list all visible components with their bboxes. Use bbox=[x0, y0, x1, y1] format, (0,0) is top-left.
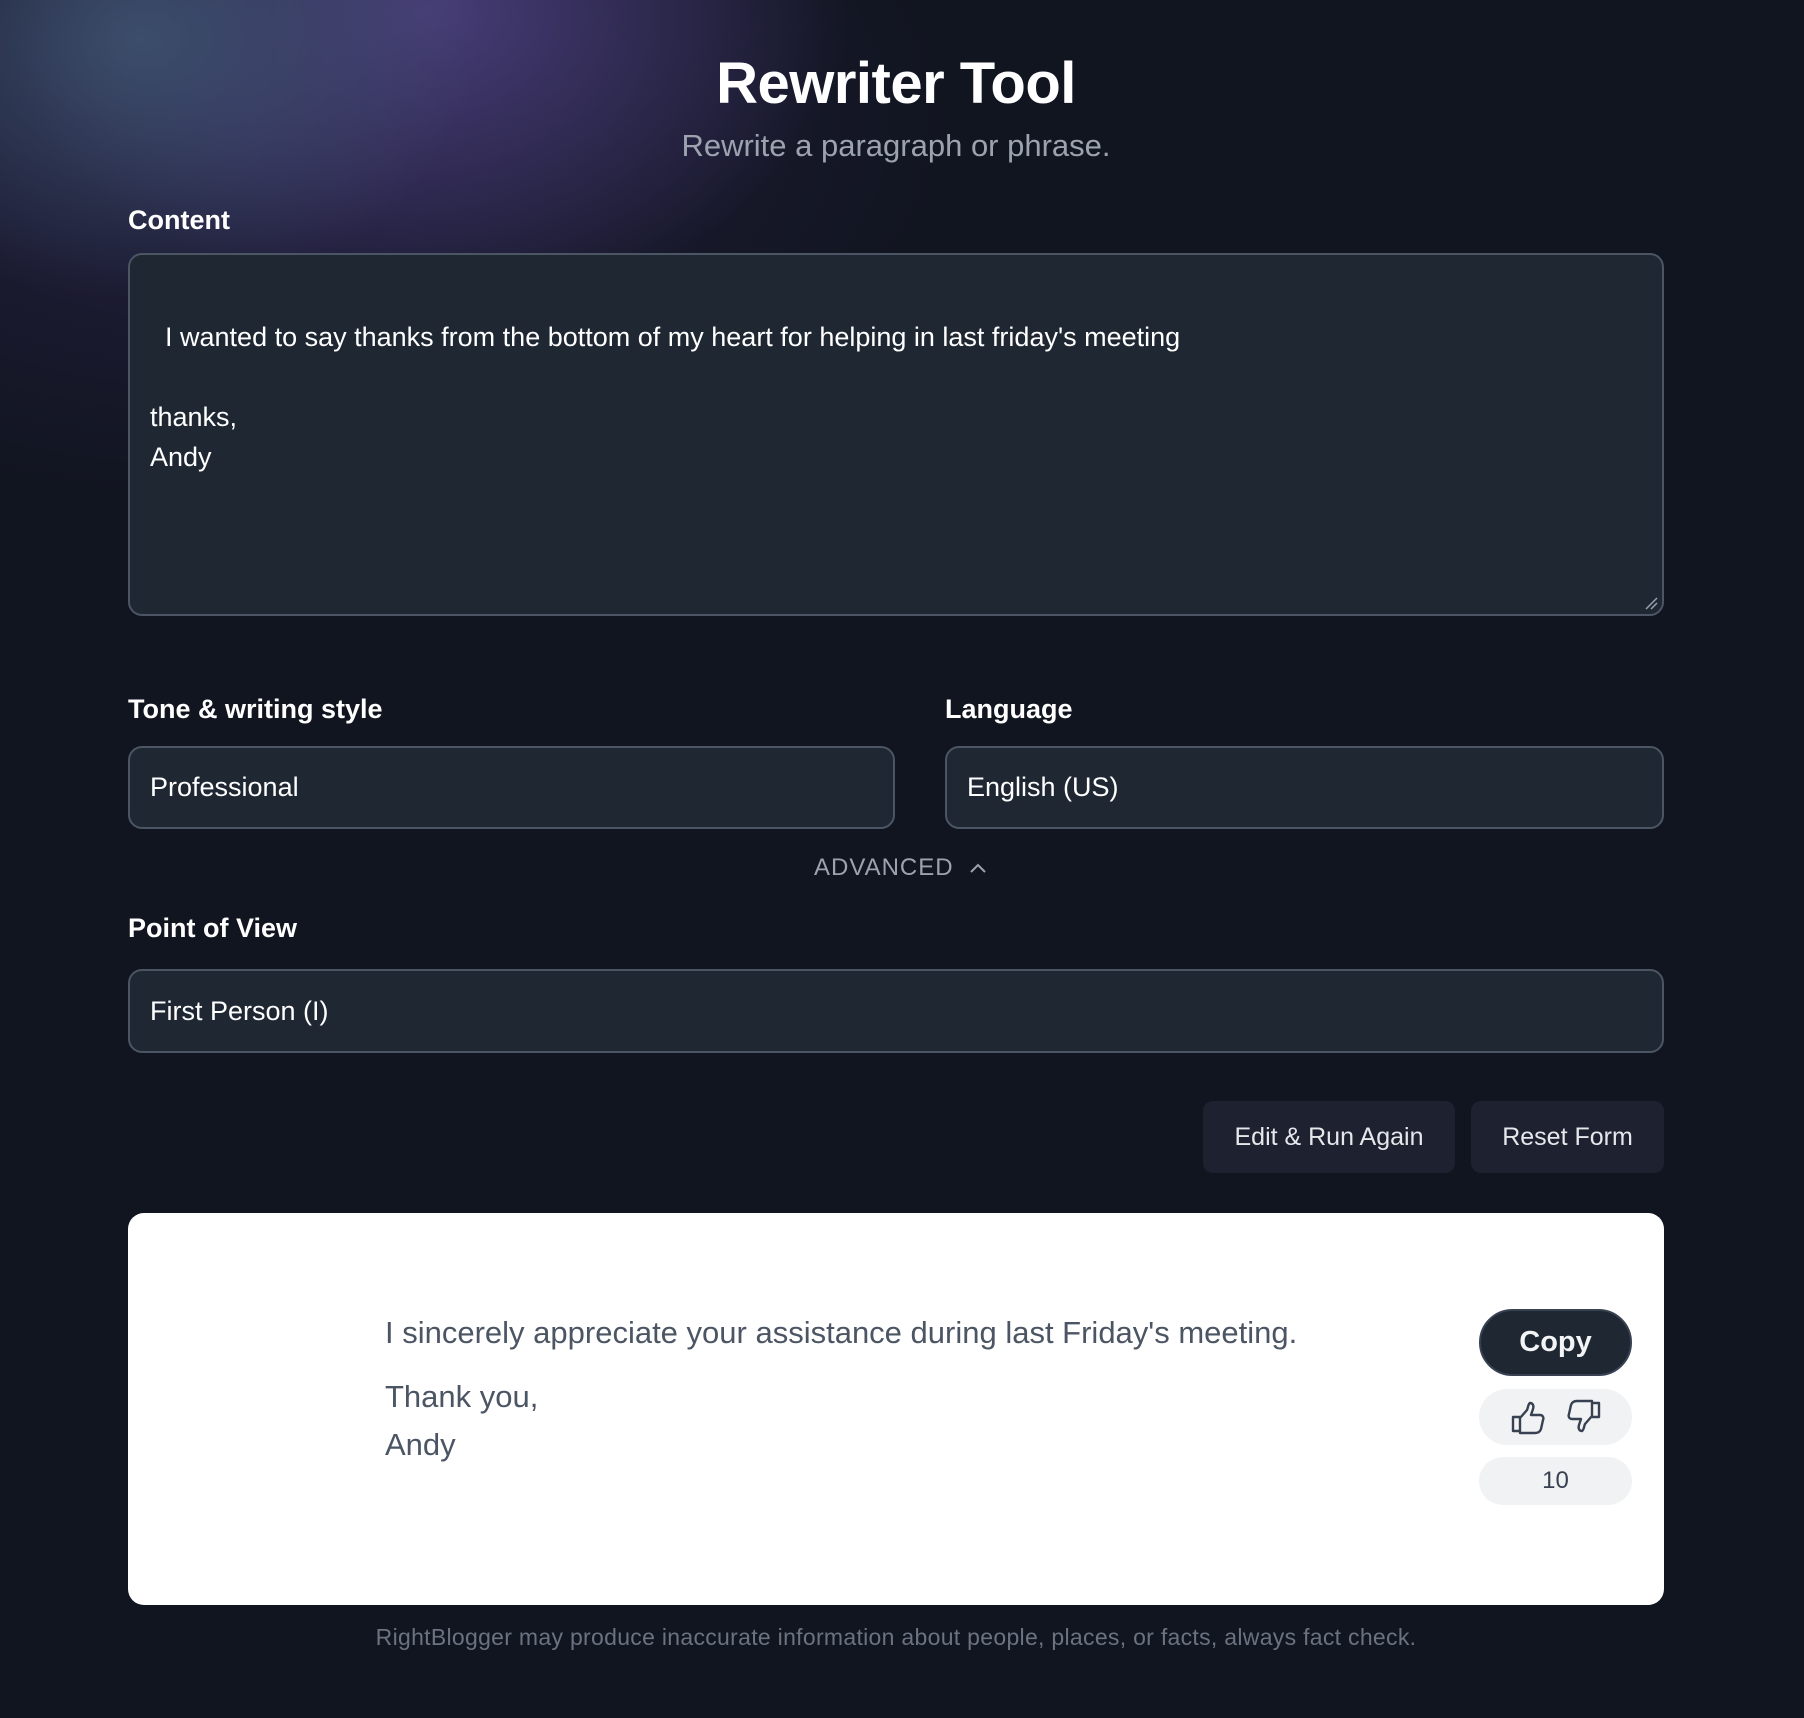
point-of-view-select[interactable]: First Person (I) bbox=[128, 969, 1664, 1053]
disclaimer-text: RightBlogger may produce inaccurate info… bbox=[375, 1624, 1417, 1650]
chevron-up-icon bbox=[969, 863, 986, 873]
tone-select[interactable]: Professional bbox=[128, 746, 895, 829]
thumbs-up-icon[interactable] bbox=[1509, 1399, 1547, 1435]
result-paragraph: Thank you, bbox=[385, 1379, 539, 1414]
content-textarea-value: I wanted to say thanks from the bottom o… bbox=[150, 322, 1181, 472]
thumbs-down-icon[interactable] bbox=[1565, 1399, 1603, 1435]
content-label: Content bbox=[128, 205, 230, 235]
result-paragraph: Andy bbox=[385, 1427, 456, 1462]
reset-form-button[interactable]: Reset Form bbox=[1471, 1101, 1664, 1173]
resize-handle-icon[interactable] bbox=[1644, 596, 1658, 610]
tone-label: Tone & writing style bbox=[128, 694, 383, 724]
edit-run-again-button[interactable]: Edit & Run Again bbox=[1203, 1101, 1455, 1173]
copy-button[interactable]: Copy bbox=[1479, 1309, 1632, 1376]
language-label: Language bbox=[945, 694, 1073, 724]
result-text: I sincerely appreciate your assistance d… bbox=[385, 1313, 1297, 1469]
feedback-pill bbox=[1479, 1389, 1632, 1445]
tone-select-value: Professional bbox=[150, 772, 299, 802]
advanced-toggle-label: ADVANCED bbox=[814, 854, 954, 881]
language-select-value: English (US) bbox=[967, 772, 1119, 802]
point-of-view-label: Point of View bbox=[128, 913, 298, 943]
advanced-toggle[interactable]: ADVANCED bbox=[814, 854, 988, 882]
result-card: I sincerely appreciate your assistance d… bbox=[128, 1213, 1664, 1605]
point-of-view-select-value: First Person (I) bbox=[150, 995, 329, 1026]
page-subtitle: Rewrite a paragraph or phrase. bbox=[681, 128, 1111, 163]
usage-count-badge: 10 bbox=[1479, 1457, 1632, 1505]
page-title: Rewriter Tool bbox=[716, 51, 1076, 116]
content-textarea[interactable]: I wanted to say thanks from the bottom o… bbox=[128, 253, 1664, 616]
result-paragraph: I sincerely appreciate your assistance d… bbox=[385, 1315, 1298, 1350]
language-select[interactable]: English (US) bbox=[945, 746, 1664, 829]
